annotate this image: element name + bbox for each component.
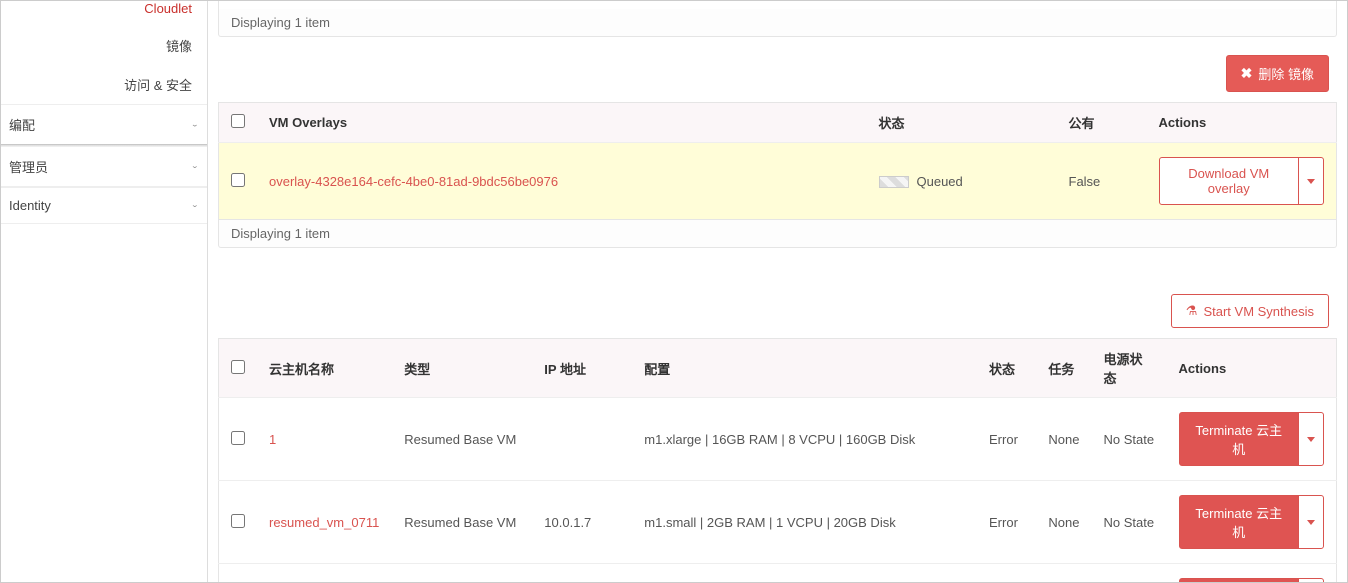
row-checkbox[interactable] [231, 173, 245, 187]
ip-cell: 10.0.1.7 [532, 481, 632, 564]
col-status: 状态 [867, 103, 1057, 143]
sidebar-section-label: 管理员 [9, 157, 48, 176]
type-cell: Resumed Base VM [392, 398, 532, 481]
sidebar-section-admin[interactable]: 管理员 ⌄ [1, 146, 207, 187]
vm-table: 云主机名称 类型 IP 地址 配置 状态 任务 电源状态 Actions 1 R… [218, 338, 1337, 582]
sidebar-section-identity[interactable]: Identity ⌄ [1, 187, 207, 224]
status-text: Queued [917, 174, 963, 189]
task-cell: None [1036, 564, 1091, 583]
caret-down-icon [1307, 179, 1315, 184]
public-cell: False [1057, 143, 1147, 220]
power-cell: No State [1092, 481, 1167, 564]
col-public: 公有 [1057, 103, 1147, 143]
sidebar-section-label: Identity [9, 198, 51, 213]
overlay-table: VM Overlays 状态 公有 Actions overlay-4328e1… [218, 102, 1337, 220]
power-cell: No State [1092, 398, 1167, 481]
progress-stripe-icon [879, 176, 909, 188]
action-dropdown-toggle[interactable] [1298, 495, 1324, 549]
main-content: Displaying 1 item ✖ 删除 镜像 VM Overlays 状态… [208, 1, 1347, 582]
col-ip: IP 地址 [532, 339, 632, 398]
overlay-name-link[interactable]: overlay-4328e164-cefc-4be0-81ad-9bdc56be… [269, 174, 558, 189]
vm-name-link[interactable]: 1 [269, 432, 276, 447]
task-cell: None [1036, 481, 1091, 564]
col-status: 状态 [977, 339, 1036, 398]
table-row: resumed_vm_0711 Resumed Base VM 10.0.1.7… [219, 481, 1337, 564]
config-cell: m1.small | 2GB RAM | 1 VCPU | 20GB Disk [632, 564, 977, 583]
col-vm-name: 云主机名称 [257, 339, 392, 398]
sidebar-section-orchestration[interactable]: 编配 ⌄ [1, 104, 207, 145]
ip-cell: 10.0.1.5浮动IP: 192.168.20.2 [532, 564, 632, 583]
col-actions: Actions [1147, 103, 1337, 143]
vm-action-button[interactable]: Terminate 云主机 [1179, 412, 1300, 466]
select-all-checkbox[interactable] [231, 360, 245, 374]
select-all-checkbox[interactable] [231, 114, 245, 128]
table-row: resumed_vm_0710 Resumed Base VM 10.0.1.5… [219, 564, 1337, 583]
col-actions: Actions [1167, 339, 1337, 398]
table-row: overlay-4328e164-cefc-4be0-81ad-9bdc56be… [219, 143, 1337, 220]
col-power: 电源状态 [1092, 339, 1167, 398]
top-table-footer: Displaying 1 item [218, 9, 1337, 37]
type-cell: Resumed Base VM [392, 564, 532, 583]
task-cell: None [1036, 398, 1091, 481]
type-cell: Resumed Base VM [392, 481, 532, 564]
table-row: 1 Resumed Base VM m1.xlarge | 16GB RAM |… [219, 398, 1337, 481]
button-label: 删除 镜像 [1258, 64, 1314, 83]
status-cell: Error [977, 398, 1036, 481]
config-cell: m1.small | 2GB RAM | 1 VCPU | 20GB Disk [632, 481, 977, 564]
status-cell: Active [977, 564, 1036, 583]
action-dropdown-toggle[interactable] [1298, 578, 1324, 582]
vm-action-button[interactable]: Terminate 云主机 [1179, 495, 1300, 549]
sidebar-section-label: 编配 [9, 115, 35, 134]
caret-down-icon [1307, 520, 1315, 525]
sidebar-item-cloudlet[interactable]: Cloudlet [1, 1, 207, 26]
chevron-down-icon: ⌄ [191, 163, 199, 171]
row-checkbox[interactable] [231, 514, 245, 528]
caret-down-icon [1307, 437, 1315, 442]
col-config: 配置 [632, 339, 977, 398]
power-cell: Running [1092, 564, 1167, 583]
delete-image-button[interactable]: ✖ 删除 镜像 [1226, 55, 1329, 92]
action-dropdown-toggle[interactable] [1298, 412, 1324, 466]
download-overlay-button[interactable]: Download VM overlay [1159, 157, 1300, 205]
chevron-down-icon: ⌄ [191, 202, 199, 210]
col-name: VM Overlays [257, 103, 867, 143]
sidebar-item-images[interactable]: 镜像 [1, 26, 207, 65]
action-dropdown-toggle[interactable] [1298, 157, 1324, 205]
chevron-down-icon: ⌄ [191, 121, 199, 129]
overlay-table-footer: Displaying 1 item [218, 220, 1337, 248]
sidebar-item-access-security[interactable]: 访问 & 安全 [1, 65, 207, 104]
col-type: 类型 [392, 339, 532, 398]
config-cell: m1.xlarge | 16GB RAM | 8 VCPU | 160GB Di… [632, 398, 977, 481]
status-cell: Error [977, 481, 1036, 564]
start-vm-synthesis-button[interactable]: Start VM Synthesis [1171, 294, 1329, 328]
close-icon: ✖ [1241, 65, 1253, 82]
col-task: 任务 [1036, 339, 1091, 398]
ip-cell [532, 398, 632, 481]
button-label: Start VM Synthesis [1203, 304, 1314, 319]
vm-action-button[interactable]: 已创建 VM Overlay [1179, 578, 1300, 582]
sidebar: Cloudlet 镜像 访问 & 安全 编配 ⌄ 管理员 ⌄ Identity … [1, 1, 208, 582]
vm-name-link[interactable]: resumed_vm_0711 [269, 515, 379, 530]
row-checkbox[interactable] [231, 431, 245, 445]
flask-icon [1186, 303, 1198, 319]
